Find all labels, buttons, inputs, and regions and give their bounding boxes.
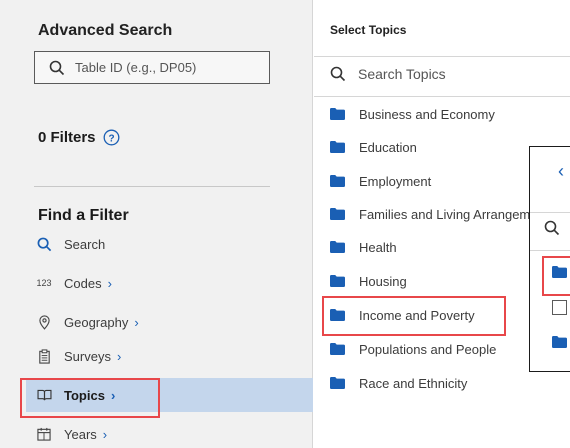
topic-label: Families and Living Arrangements xyxy=(359,206,542,222)
codes-icon: 123 xyxy=(36,278,52,288)
search-icon xyxy=(49,60,65,75)
nav-item-label: Topics xyxy=(64,387,105,403)
topic-item-families-and-living-arrangements[interactable]: Families and Living Arrangements xyxy=(330,203,542,225)
panel-divider xyxy=(530,212,570,213)
advanced-search-panel: Advanced Search 0 Filters ? Find a Filte… xyxy=(0,0,313,448)
calendar-icon xyxy=(36,426,52,442)
nav-item-years[interactable]: Years › xyxy=(26,417,313,448)
book-icon xyxy=(36,387,52,403)
folder-icon xyxy=(330,208,345,220)
folder-icon[interactable] xyxy=(552,266,567,278)
find-a-filter-title: Find a Filter xyxy=(38,207,129,224)
topic-item-employment[interactable]: Employment xyxy=(330,170,542,192)
topic-item-race-and-ethnicity[interactable]: Race and Ethnicity xyxy=(330,372,542,394)
panel-divider xyxy=(314,56,570,57)
nav-item-label: Geography xyxy=(64,314,129,330)
filters-count: 0 Filters ? xyxy=(38,129,120,146)
topic-item-housing[interactable]: Housing xyxy=(330,270,542,292)
chevron-right-icon: › xyxy=(116,348,122,364)
select-topics-title: Select Topics xyxy=(330,23,407,37)
nav-item-label: Search xyxy=(64,236,106,252)
search-icon xyxy=(330,66,346,82)
nav-item-geography[interactable]: Geography › xyxy=(26,305,313,339)
topic-label: Employment xyxy=(359,173,432,189)
svg-text:?: ? xyxy=(108,134,114,145)
chevron-right-icon: › xyxy=(134,314,139,330)
table-id-input[interactable] xyxy=(75,60,255,75)
panel-divider xyxy=(34,186,270,187)
folder-icon xyxy=(330,275,345,287)
topic-label: Business and Economy xyxy=(359,106,495,122)
topic-item-income-and-poverty[interactable]: Income and Poverty xyxy=(330,304,542,326)
folder-icon xyxy=(330,141,345,153)
chevron-right-icon: › xyxy=(110,387,116,403)
folder-icon xyxy=(330,343,345,355)
topic-item-health[interactable]: Health xyxy=(330,236,542,258)
subtopic-flyout-panel: ‹ xyxy=(529,146,570,372)
help-icon[interactable]: ? xyxy=(103,129,120,146)
folder-icon xyxy=(330,309,345,321)
nav-item-label: Surveys xyxy=(64,348,111,364)
chevron-left-icon[interactable]: ‹ xyxy=(558,161,564,182)
topic-label: Education xyxy=(359,139,417,155)
nav-item-label: Years xyxy=(64,426,97,442)
folder-icon[interactable] xyxy=(552,336,567,348)
clipboard-icon xyxy=(36,348,52,364)
folder-icon xyxy=(330,175,345,187)
nav-item-surveys[interactable]: Surveys › xyxy=(26,339,313,373)
filters-count-label: 0 Filters xyxy=(38,129,96,146)
table-id-search-box[interactable] xyxy=(34,51,270,84)
topic-label: Housing xyxy=(359,273,407,289)
search-icon[interactable] xyxy=(544,220,560,236)
folder-icon xyxy=(330,241,345,253)
location-pin-icon xyxy=(36,314,52,330)
search-topics-box[interactable] xyxy=(330,66,538,82)
topic-label: Income and Poverty xyxy=(359,307,475,323)
panel-divider xyxy=(314,96,570,97)
topic-item-populations-and-people[interactable]: Populations and People xyxy=(330,338,542,360)
chevron-right-icon: › xyxy=(102,426,108,442)
advanced-search-title: Advanced Search xyxy=(38,22,173,39)
panel-divider xyxy=(530,250,570,251)
topic-label: Race and Ethnicity xyxy=(359,375,468,391)
nav-item-topics[interactable]: Topics › xyxy=(26,378,313,412)
topic-label: Populations and People xyxy=(359,341,497,357)
folder-icon xyxy=(330,108,345,120)
topic-item-business-and-economy[interactable]: Business and Economy xyxy=(330,103,542,125)
nav-item-search[interactable]: Search xyxy=(26,227,313,261)
nav-item-label: Codes xyxy=(64,275,102,291)
search-topics-input[interactable] xyxy=(358,66,538,82)
nav-item-codes[interactable]: 123 Codes › xyxy=(26,266,313,300)
chevron-right-icon: › xyxy=(107,275,112,291)
topic-label: Health xyxy=(359,239,397,255)
folder-icon xyxy=(330,377,345,389)
topic-item-education[interactable]: Education xyxy=(330,136,542,158)
subtopic-checkbox[interactable] xyxy=(552,300,567,315)
search-icon xyxy=(36,236,52,252)
